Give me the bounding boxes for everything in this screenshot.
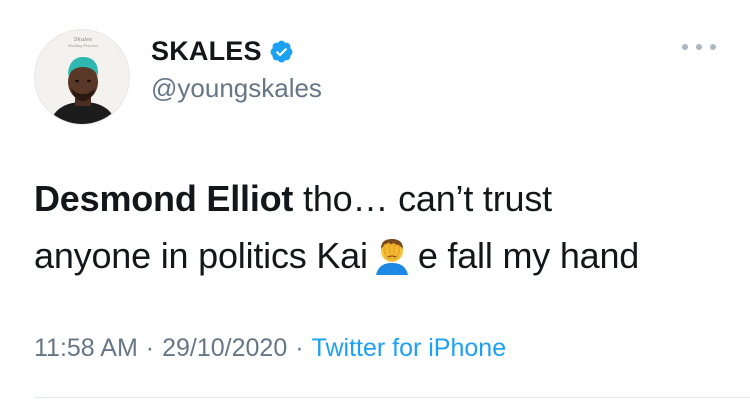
tweet-time[interactable]: 11:58 AM <box>34 334 138 362</box>
more-dot <box>710 44 716 50</box>
face-palm-emoji-icon <box>372 234 412 275</box>
more-options-icon[interactable] <box>682 40 716 54</box>
divider <box>34 397 750 398</box>
avatar[interactable]: Skales Healing Process <box>34 29 130 125</box>
author-name-row[interactable]: SKALES <box>151 33 294 69</box>
tweet-card: Skales Healing Process SKALES @youngskal… <box>0 0 750 403</box>
author-handle[interactable]: @youngskales <box>151 73 322 104</box>
avatar-caption-small: Healing Process <box>68 44 98 48</box>
tweet-text-line2-start: anyone in politics Kai <box>34 235 368 276</box>
tweet-meta: 11:58 AM · 29/10/2020 · Twitter for iPhone <box>34 334 506 363</box>
tweet-text: Desmond Elliot tho… can’t trust anyone i… <box>34 170 724 284</box>
avatar-caption: Skales <box>74 37 92 43</box>
tweet-text-line2-end: e fall my hand <box>417 235 640 276</box>
tweet-source-link[interactable]: Twitter for iPhone <box>312 334 507 362</box>
meta-separator: · <box>295 334 304 362</box>
more-dot <box>682 44 688 50</box>
verified-badge-icon <box>269 39 294 64</box>
tweet-date[interactable]: 29/10/2020 <box>162 334 287 362</box>
meta-separator: · <box>145 334 155 362</box>
tweet-text-line1: tho… can’t trust <box>293 178 552 219</box>
more-dot <box>696 44 702 50</box>
avatar-image: Skales Healing Process <box>35 30 129 124</box>
display-name[interactable]: SKALES <box>151 36 262 67</box>
tweet-text-bold: Desmond Elliot <box>34 178 294 219</box>
